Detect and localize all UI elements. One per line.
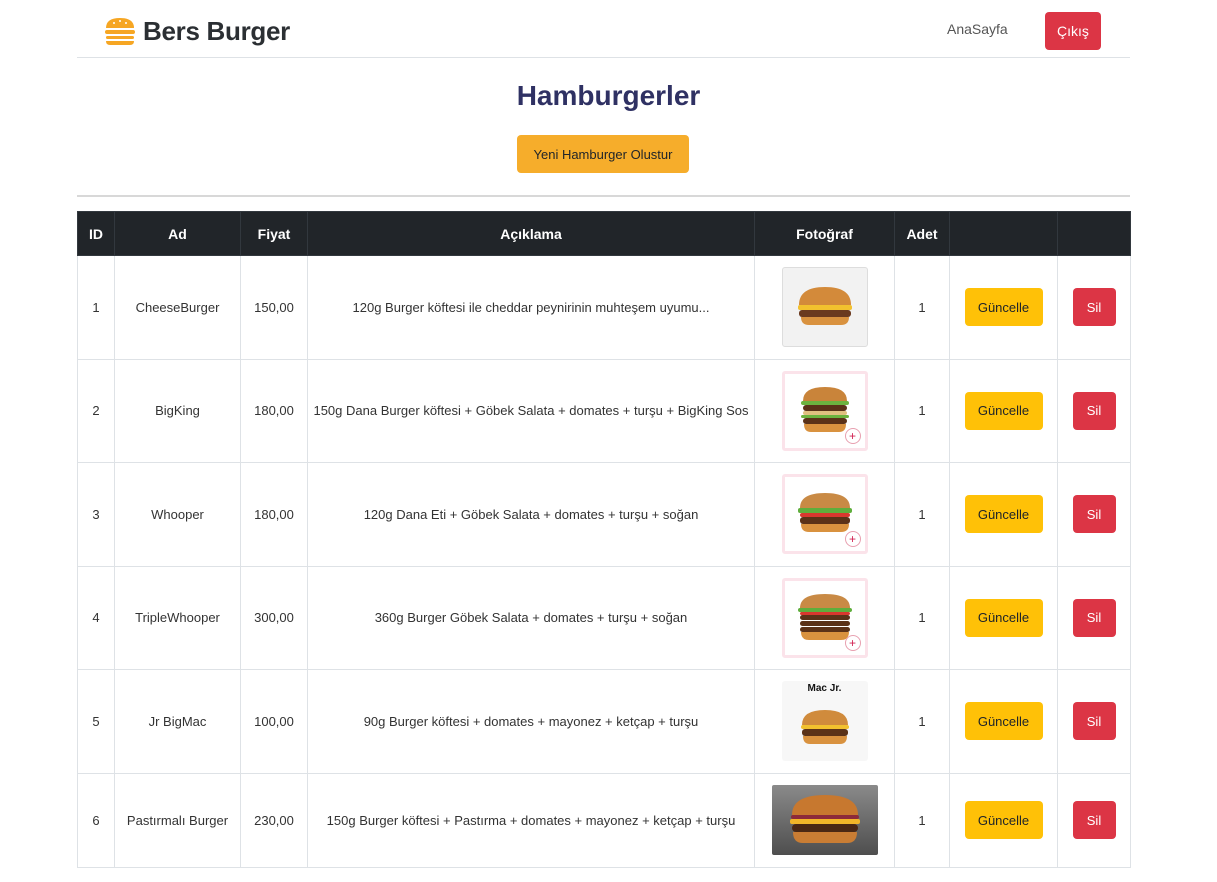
cell-photo xyxy=(754,772,895,868)
delete-button[interactable]: Sil xyxy=(1072,495,1116,534)
cheeseburger-photo xyxy=(781,267,868,348)
cell-description: 150g Burger köftesi + Pastırma + domates… xyxy=(307,772,755,868)
delete-button[interactable]: Sil xyxy=(1072,288,1116,327)
update-button[interactable]: Güncelle xyxy=(964,801,1043,839)
cell-update: Güncelle xyxy=(949,255,1058,360)
cell-photo xyxy=(754,255,895,360)
cell-id: 2 xyxy=(77,358,115,463)
header-price: Fiyat xyxy=(240,211,308,256)
divider xyxy=(77,195,1130,197)
cell-update: Güncelle xyxy=(949,358,1058,463)
cell-description: 120g Burger köftesi ile cheddar peynirin… xyxy=(307,255,755,360)
cell-description: 150g Dana Burger köftesi + Göbek Salata … xyxy=(307,358,755,463)
table-row: 6 Pastırmalı Burger 230,00 150g Burger k… xyxy=(77,772,1131,868)
cell-delete: Sil xyxy=(1057,255,1131,360)
cell-quantity: 1 xyxy=(894,358,950,463)
cell-quantity: 1 xyxy=(894,772,950,868)
header-name: Ad xyxy=(114,211,241,256)
cell-name: TripleWhooper xyxy=(114,565,241,670)
brand[interactable]: Bers Burger xyxy=(103,14,290,48)
cell-name: Pastırmalı Burger xyxy=(114,772,241,868)
logout-button[interactable]: Çıkış xyxy=(1045,12,1101,50)
delete-button[interactable]: Sil xyxy=(1072,391,1116,430)
table-header-row: ID Ad Fiyat Açıklama Fotoğraf Adet xyxy=(77,211,1131,256)
delete-button[interactable]: Sil xyxy=(1072,598,1116,637)
cell-id: 5 xyxy=(77,669,115,774)
header-photo: Fotoğraf xyxy=(754,211,895,256)
add-icon: + xyxy=(844,634,861,651)
header-id: ID xyxy=(77,211,115,256)
update-button[interactable]: Güncelle xyxy=(964,598,1043,637)
cell-quantity: 1 xyxy=(894,565,950,670)
delete-button[interactable]: Sil xyxy=(1072,801,1116,839)
cell-name: CheeseBurger xyxy=(114,255,241,360)
cell-price: 300,00 xyxy=(240,565,308,670)
cell-quantity: 1 xyxy=(894,255,950,360)
update-button[interactable]: Güncelle xyxy=(964,495,1043,534)
cell-update: Güncelle xyxy=(949,565,1058,670)
photo-caption: Mac Jr. xyxy=(807,683,842,695)
cell-price: 230,00 xyxy=(240,772,308,868)
cell-delete: Sil xyxy=(1057,565,1131,670)
cell-name: Whooper xyxy=(114,462,241,567)
cell-photo: Mac Jr. xyxy=(754,669,895,774)
page-title: Hamburgerler xyxy=(516,80,701,111)
cell-photo: + xyxy=(754,565,895,670)
table-row: 3 Whooper 180,00 120g Dana Eti + Göbek S… xyxy=(77,462,1131,567)
delete-button[interactable]: Sil xyxy=(1072,702,1116,741)
cell-id: 3 xyxy=(77,462,115,567)
table-row: 5 Jr BigMac 100,00 90g Burger köftesi + … xyxy=(77,669,1131,774)
cell-price: 100,00 xyxy=(240,669,308,774)
cell-price: 180,00 xyxy=(240,462,308,567)
add-icon: + xyxy=(844,531,861,548)
cell-description: 120g Dana Eti + Göbek Salata + domates +… xyxy=(307,462,755,567)
cell-photo: + xyxy=(754,462,895,567)
nav-home-link[interactable]: AnaSayfa xyxy=(947,21,1008,37)
cell-description: 90g Burger köftesi + domates + mayonez +… xyxy=(307,669,755,774)
update-button[interactable]: Güncelle xyxy=(964,702,1043,741)
cell-id: 6 xyxy=(77,772,115,868)
cell-description: 360g Burger Göbek Salata + domates + tur… xyxy=(307,565,755,670)
cell-quantity: 1 xyxy=(894,462,950,567)
table-row: 1 CheeseBurger 150,00 120g Burger köftes… xyxy=(77,255,1131,360)
burger-icon xyxy=(105,18,135,45)
brand-name: Bers Burger xyxy=(143,15,290,46)
cell-id: 4 xyxy=(77,565,115,670)
cell-price: 150,00 xyxy=(240,255,308,360)
whooper-photo: + xyxy=(781,474,868,555)
cell-delete: Sil xyxy=(1057,669,1131,774)
cell-delete: Sil xyxy=(1057,358,1131,463)
cell-update: Güncelle xyxy=(949,772,1058,868)
update-button[interactable]: Güncelle xyxy=(964,288,1043,327)
header-update xyxy=(949,211,1058,256)
cell-update: Güncelle xyxy=(949,669,1058,774)
header-description: Açıklama xyxy=(307,211,755,256)
header-delete xyxy=(1057,211,1131,256)
cell-id: 1 xyxy=(77,255,115,360)
add-icon: + xyxy=(844,427,861,444)
cell-delete: Sil xyxy=(1057,462,1131,567)
burger-table: ID Ad Fiyat Açıklama Fotoğraf Adet 1 Che… xyxy=(77,211,1131,868)
pastirmali-burger-photo xyxy=(771,785,878,855)
update-button[interactable]: Güncelle xyxy=(964,391,1043,430)
cell-name: Jr BigMac xyxy=(114,669,241,774)
triple-whooper-photo: + xyxy=(781,577,868,658)
bigking-photo: + xyxy=(781,370,868,451)
cell-price: 180,00 xyxy=(240,358,308,463)
header-quantity: Adet xyxy=(894,211,950,256)
jr-bigmac-photo: Mac Jr. xyxy=(781,681,868,762)
cell-name: BigKing xyxy=(114,358,241,463)
cell-quantity: 1 xyxy=(894,669,950,774)
cell-delete: Sil xyxy=(1057,772,1131,868)
navbar: Bers Burger AnaSayfa Çıkış xyxy=(77,0,1130,58)
cell-update: Güncelle xyxy=(949,462,1058,567)
create-burger-button[interactable]: Yeni Hamburger Olustur xyxy=(517,135,689,173)
table-row: 4 TripleWhooper 300,00 360g Burger Göbek… xyxy=(77,565,1131,670)
table-row: 2 BigKing 180,00 150g Dana Burger köftes… xyxy=(77,358,1131,463)
cell-photo: + xyxy=(754,358,895,463)
